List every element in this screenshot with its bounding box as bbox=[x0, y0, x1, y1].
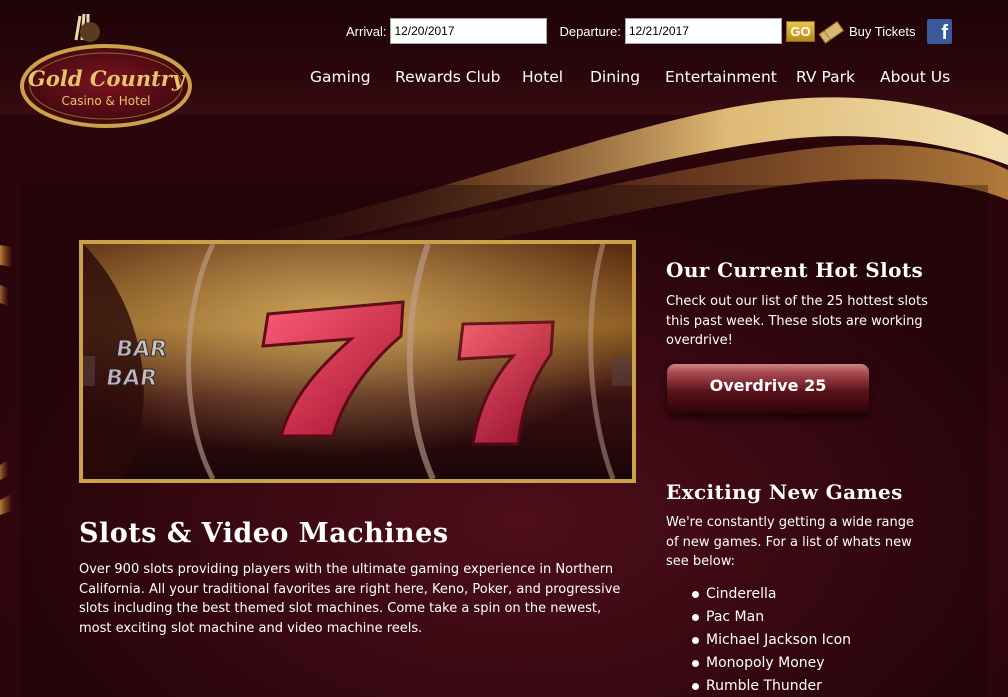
list-item: Monopoly Money bbox=[692, 652, 851, 675]
bullet-icon bbox=[692, 659, 699, 667]
slot-machine-image: BAR BAR bbox=[83, 244, 632, 479]
svg-text:Casino & Hotel: Casino & Hotel bbox=[61, 94, 150, 108]
nav-item-about-us[interactable]: About Us bbox=[880, 68, 950, 86]
intro-paragraph: Over 900 slots providing players with th… bbox=[79, 562, 621, 637]
bullet-icon bbox=[692, 682, 699, 690]
main-nav: Gaming Rewards Club Hotel Dining Enterta… bbox=[0, 68, 1008, 88]
departure-label: Departure: bbox=[559, 23, 621, 39]
list-item: Pac Man bbox=[692, 606, 851, 629]
nav-item-rewards-club[interactable]: Rewards Club bbox=[395, 68, 501, 86]
booking-form: Arrival: Departure: bbox=[346, 18, 782, 44]
hot-slots-title: Our Current Hot Slots bbox=[666, 258, 924, 282]
nav-item-entertainment[interactable]: Entertainment bbox=[665, 68, 777, 86]
hero-slider: BAR BAR bbox=[79, 240, 636, 483]
buy-tickets-link[interactable]: Buy Tickets bbox=[849, 24, 915, 39]
overdrive-25-button[interactable]: Overdrive 25 bbox=[667, 364, 869, 414]
bullet-icon bbox=[692, 613, 699, 621]
go-button[interactable]: GO bbox=[786, 21, 815, 42]
new-games-list: Cinderella Pac Man Michael Jackson Icon … bbox=[692, 583, 851, 697]
new-games-title: Exciting New Games bbox=[666, 480, 903, 504]
facebook-icon[interactable]: f bbox=[927, 19, 952, 44]
nav-item-dining[interactable]: Dining bbox=[590, 68, 640, 86]
bullet-icon bbox=[692, 636, 699, 644]
departure-date-input[interactable] bbox=[624, 18, 782, 44]
new-games-text: We're constantly getting a wide range of… bbox=[666, 515, 915, 570]
svg-text:BAR: BAR bbox=[104, 365, 158, 391]
ticket-icon[interactable] bbox=[818, 19, 844, 45]
nav-item-gaming[interactable]: Gaming bbox=[310, 68, 371, 86]
list-item: Cinderella bbox=[692, 583, 851, 606]
nav-item-hotel[interactable]: Hotel bbox=[522, 68, 563, 86]
page-title: Slots & Video Machines bbox=[79, 518, 449, 549]
bullet-icon bbox=[692, 591, 699, 598]
hot-slots-text: Check out our list of the 25 hottest slo… bbox=[666, 294, 928, 349]
list-item: Michael Jackson Icon bbox=[692, 629, 851, 652]
arrival-label: Arrival: bbox=[346, 23, 387, 39]
nav-item-rv-park[interactable]: RV Park bbox=[796, 68, 855, 86]
list-item: Rumble Thunder bbox=[692, 675, 851, 697]
arrival-date-input[interactable] bbox=[390, 18, 548, 44]
svg-text:BAR: BAR bbox=[114, 336, 168, 362]
